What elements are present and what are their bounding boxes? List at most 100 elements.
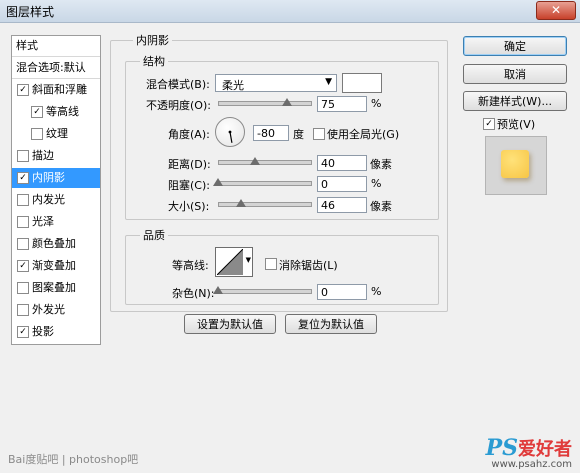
opacity-slider[interactable] bbox=[218, 101, 312, 106]
style-list-item[interactable]: ✓ 斜面和浮雕 bbox=[12, 80, 100, 100]
window-title: 图层样式 bbox=[6, 5, 55, 19]
size-input[interactable]: 46 bbox=[317, 197, 367, 213]
ps-name-text: 爱好者 bbox=[518, 439, 572, 460]
size-label: 大小(S): bbox=[168, 200, 210, 213]
panel-title: 内阴影 bbox=[133, 32, 172, 48]
reset-default-button[interactable]: 复位为默认值 bbox=[285, 314, 377, 334]
style-list-label: 外发光 bbox=[32, 303, 65, 316]
style-list-item[interactable]: 内发光 bbox=[12, 190, 100, 210]
style-list-label: 内阴影 bbox=[32, 171, 65, 184]
close-button[interactable]: ✕ bbox=[536, 1, 576, 20]
contour-picker[interactable]: ▼ bbox=[215, 247, 253, 277]
style-list-label: 光泽 bbox=[32, 215, 54, 228]
blend-mode-label: 混合模式(B): bbox=[146, 78, 210, 91]
preview-swatch bbox=[501, 150, 529, 178]
style-list-label: 颜色叠加 bbox=[32, 237, 76, 250]
angle-label: 角度(A): bbox=[168, 128, 210, 141]
style-list-item[interactable]: 样式 bbox=[12, 36, 100, 57]
style-list-label: 纹理 bbox=[46, 127, 68, 140]
style-checkbox[interactable]: ✓ bbox=[17, 84, 29, 96]
style-list-label: 渐变叠加 bbox=[32, 259, 76, 272]
opacity-unit: % bbox=[371, 97, 382, 110]
style-list-label: 等高线 bbox=[46, 105, 79, 118]
opacity-label: 不透明度(O): bbox=[146, 99, 211, 112]
title-bar: 图层样式 ✕ bbox=[0, 0, 580, 23]
style-list: 样式 混合选项:默认 ✓ 斜面和浮雕 ✓ 等高线 纹理 描边 ✓ 内阴影 内发光 光泽 颜色叠加 ✓ 渐变叠… bbox=[11, 35, 101, 345]
choke-slider-thumb[interactable] bbox=[213, 178, 223, 186]
size-slider[interactable] bbox=[218, 202, 312, 207]
psahz-logo: PS爱好者 www.psahz.com bbox=[486, 435, 572, 470]
style-list-item[interactable]: 颜色叠加 bbox=[12, 234, 100, 254]
global-light-label: 使用全局光(G) bbox=[327, 128, 400, 141]
angle-unit: 度 bbox=[293, 128, 304, 141]
blend-mode-value: 柔光 bbox=[222, 79, 244, 92]
contour-dropdown-arrow-icon: ▼ bbox=[245, 256, 251, 264]
style-list-label: 样式 bbox=[16, 39, 38, 52]
style-list-item[interactable]: 外发光 bbox=[12, 300, 100, 320]
style-preview bbox=[485, 136, 547, 195]
style-list-label: 描边 bbox=[32, 149, 54, 162]
angle-input[interactable]: -80 bbox=[253, 125, 289, 141]
style-checkbox[interactable] bbox=[17, 194, 29, 206]
style-checkbox[interactable] bbox=[17, 150, 29, 162]
distance-input[interactable]: 40 bbox=[317, 155, 367, 171]
distance-slider[interactable] bbox=[218, 160, 312, 165]
size-slider-thumb[interactable] bbox=[236, 199, 246, 207]
noise-slider[interactable] bbox=[218, 289, 312, 294]
antialias-checkbox[interactable] bbox=[265, 258, 277, 270]
style-list-item[interactable]: 图案叠加 bbox=[12, 278, 100, 298]
noise-unit: % bbox=[371, 285, 382, 298]
baidu-watermark: Bai度贴吧 | photoshop吧 bbox=[8, 453, 139, 466]
style-checkbox[interactable]: ✓ bbox=[17, 260, 29, 272]
distance-unit: 像素 bbox=[370, 158, 392, 171]
ps-brand-text: PS bbox=[485, 435, 518, 461]
style-list-item[interactable]: ✓ 等高线 bbox=[12, 102, 100, 122]
new-style-button[interactable]: 新建样式(W)... bbox=[463, 91, 567, 111]
choke-slider[interactable] bbox=[218, 181, 312, 186]
blend-mode-select[interactable]: 柔光 ▼ bbox=[215, 74, 337, 92]
noise-slider-thumb[interactable] bbox=[213, 286, 223, 294]
style-list-item[interactable]: 纹理 bbox=[12, 124, 100, 144]
choke-unit: % bbox=[371, 177, 382, 190]
style-checkbox[interactable] bbox=[17, 304, 29, 316]
layer-style-dialog: 图层样式 ✕ 样式 混合选项:默认 ✓ 斜面和浮雕 ✓ 等高线 纹理 描边 ✓ 内阴影 内发光 光泽颜… bbox=[0, 0, 580, 473]
antialias-label: 消除锯齿(L) bbox=[279, 259, 338, 272]
angle-dial[interactable] bbox=[215, 117, 245, 147]
style-list-item[interactable]: ✓ 投影 bbox=[12, 322, 100, 342]
style-checkbox[interactable] bbox=[31, 128, 43, 140]
opacity-slider-thumb[interactable] bbox=[282, 98, 292, 106]
style-list-label: 内发光 bbox=[32, 193, 65, 206]
global-light-checkbox[interactable] bbox=[313, 128, 325, 140]
angle-dial-indicator bbox=[228, 130, 233, 143]
opacity-input[interactable]: 75 bbox=[317, 96, 367, 112]
style-list-label: 斜面和浮雕 bbox=[32, 83, 87, 96]
style-checkbox[interactable] bbox=[17, 282, 29, 294]
preview-checkbox[interactable]: ✓ bbox=[483, 118, 495, 130]
style-checkbox[interactable] bbox=[17, 216, 29, 228]
style-list-item[interactable]: 光泽 bbox=[12, 212, 100, 232]
shadow-color-swatch[interactable] bbox=[342, 73, 382, 93]
style-checkbox[interactable]: ✓ bbox=[31, 106, 43, 118]
distance-slider-thumb[interactable] bbox=[249, 157, 260, 165]
quality-title: 品质 bbox=[140, 227, 168, 243]
style-list-label: 投影 bbox=[32, 325, 54, 338]
style-list-item[interactable]: ✓ 内阴影 bbox=[12, 168, 100, 188]
style-checkbox[interactable]: ✓ bbox=[17, 172, 29, 184]
style-list-item[interactable]: 描边 bbox=[12, 146, 100, 166]
choke-label: 阻塞(C): bbox=[168, 179, 210, 192]
ok-button[interactable]: 确定 bbox=[463, 36, 567, 56]
style-list-item[interactable]: 混合选项:默认 bbox=[12, 58, 100, 79]
style-checkbox[interactable]: ✓ bbox=[17, 326, 29, 338]
ps-url-text: www.psahz.com bbox=[491, 459, 572, 470]
style-checkbox[interactable] bbox=[17, 238, 29, 250]
size-unit: 像素 bbox=[370, 200, 392, 213]
choke-input[interactable]: 0 bbox=[317, 176, 367, 192]
noise-label: 杂色(N): bbox=[172, 287, 215, 300]
cancel-button[interactable]: 取消 bbox=[463, 64, 567, 84]
make-default-button[interactable]: 设置为默认值 bbox=[184, 314, 276, 334]
contour-preview-icon bbox=[217, 249, 243, 275]
dropdown-arrow-icon: ▼ bbox=[325, 77, 332, 87]
style-list-item[interactable]: ✓ 渐变叠加 bbox=[12, 256, 100, 276]
contour-label: 等高线: bbox=[172, 259, 209, 272]
noise-input[interactable]: 0 bbox=[317, 284, 367, 300]
